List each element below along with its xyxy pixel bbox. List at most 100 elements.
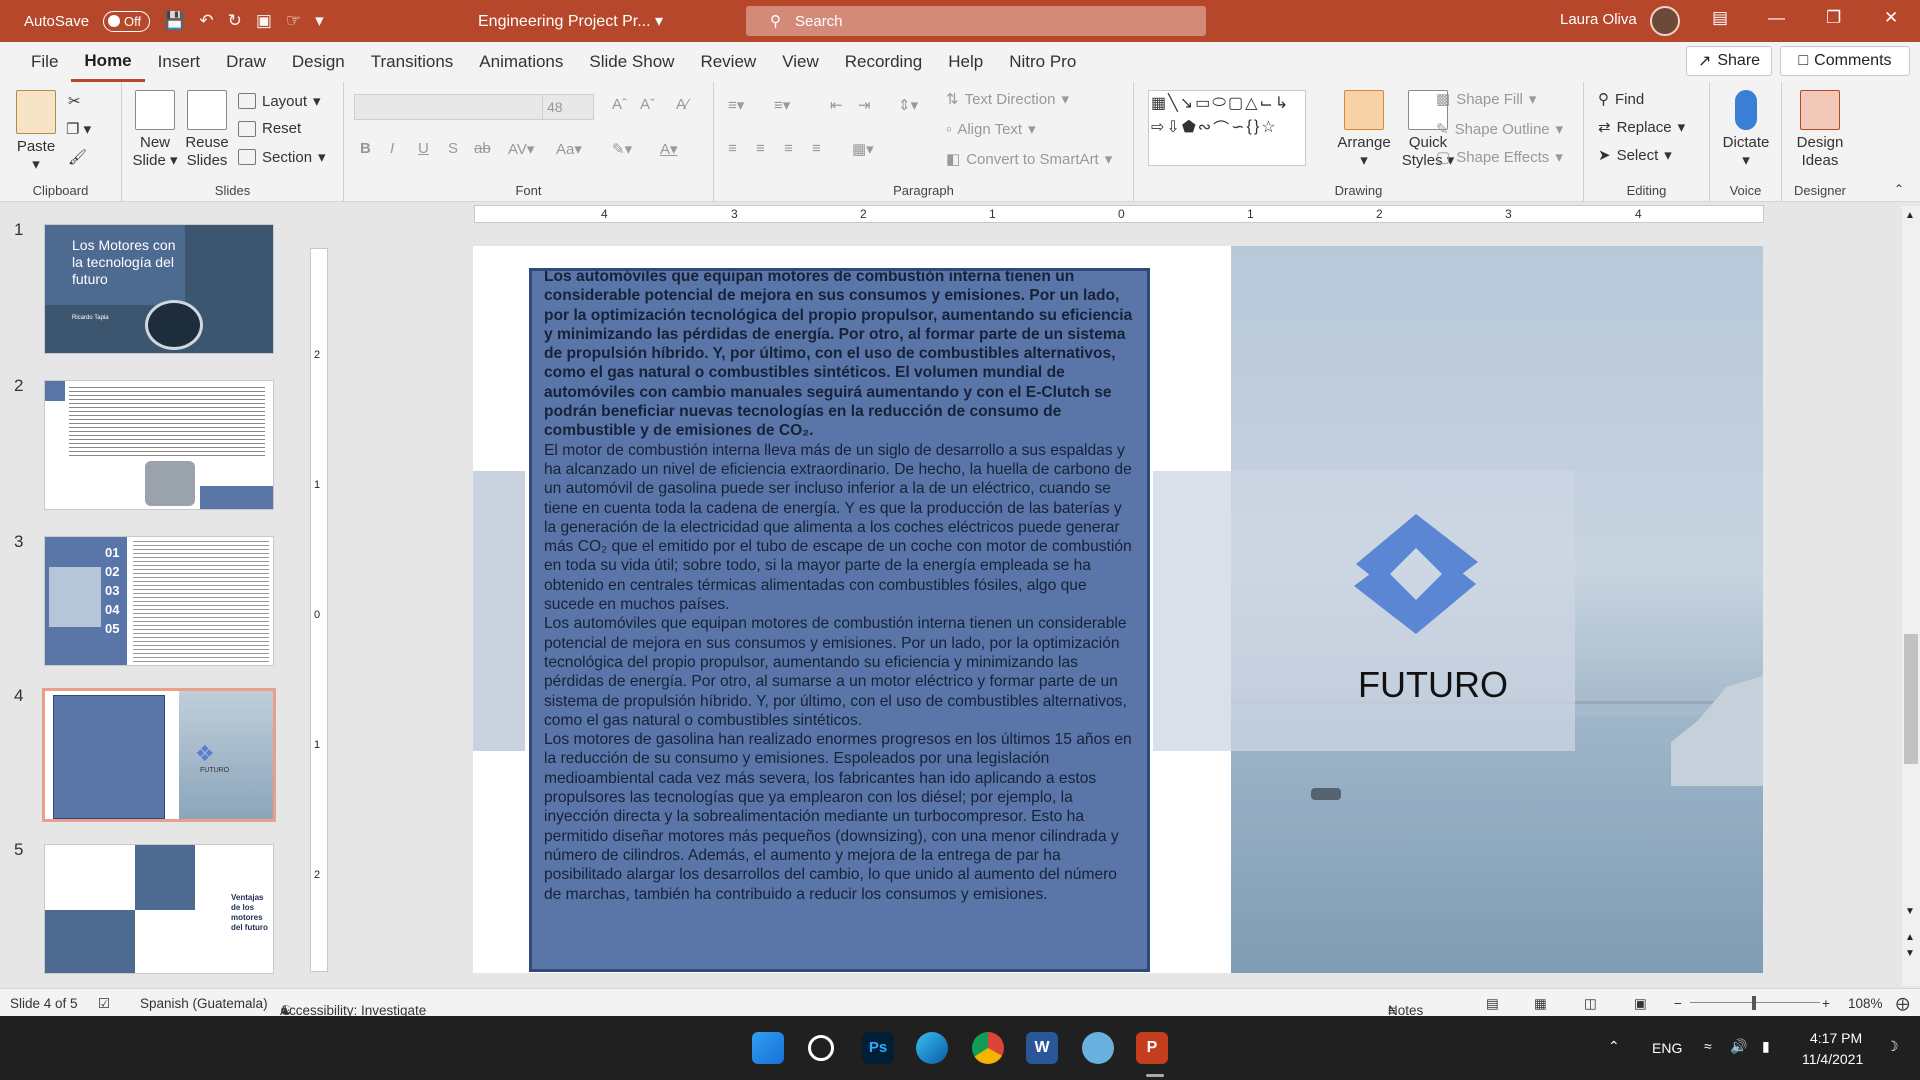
tab-review[interactable]: Review bbox=[687, 42, 769, 82]
main-text-box[interactable]: Los automóviles que equipan motores de c… bbox=[529, 268, 1150, 972]
customize-qat-icon[interactable]: ▾ bbox=[315, 11, 324, 31]
reuse-slides-button[interactable]: Reuse Slides bbox=[182, 90, 232, 170]
numbering-icon[interactable]: ≡▾ bbox=[774, 96, 790, 114]
slide-show-icon[interactable]: ▣ bbox=[1634, 996, 1647, 1012]
rectangle-shape-icon[interactable]: ▭ bbox=[1195, 93, 1210, 113]
undo-icon[interactable]: ↶ bbox=[199, 11, 213, 31]
user-name[interactable]: Laura Oliva bbox=[1560, 11, 1637, 28]
avatar[interactable] bbox=[1650, 6, 1680, 36]
scrollbar-thumb[interactable] bbox=[1904, 634, 1918, 764]
tab-file[interactable]: File bbox=[18, 42, 71, 82]
line-spacing-icon[interactable]: ⇕▾ bbox=[898, 96, 918, 114]
slide-counter[interactable]: Slide 4 of 5 bbox=[10, 996, 78, 1011]
normal-view-icon[interactable]: ▤ bbox=[1486, 996, 1499, 1012]
oval-shape-icon[interactable]: ⬭ bbox=[1212, 94, 1226, 112]
elbow-connector-icon[interactable]: ⌙ bbox=[1259, 93, 1272, 113]
word-icon[interactable]: W bbox=[1026, 1032, 1058, 1064]
cut-icon[interactable]: ✂ bbox=[68, 92, 81, 110]
reset-button[interactable]: Reset bbox=[238, 120, 301, 137]
grow-font-icon[interactable]: Aˆ bbox=[612, 96, 627, 113]
reading-view-icon[interactable]: ◫ bbox=[1584, 996, 1597, 1012]
photoshop-icon[interactable]: Ps bbox=[862, 1032, 894, 1064]
shrink-font-icon[interactable]: Aˇ bbox=[640, 96, 655, 113]
search-icon[interactable] bbox=[808, 1035, 834, 1061]
futuro-logo-icon[interactable] bbox=[1328, 504, 1504, 644]
tab-transitions[interactable]: Transitions bbox=[358, 42, 467, 82]
tab-home[interactable]: Home bbox=[71, 42, 145, 82]
bullets-icon[interactable]: ≡▾ bbox=[728, 96, 744, 114]
triangle-shape-icon[interactable]: △ bbox=[1245, 93, 1257, 113]
slide-sorter-icon[interactable]: ▦ bbox=[1534, 996, 1547, 1012]
save-icon[interactable]: 💾 bbox=[164, 11, 185, 31]
slide-thumbnail-2[interactable] bbox=[44, 380, 274, 510]
tab-nitro-pro[interactable]: Nitro Pro bbox=[996, 42, 1089, 82]
section-button[interactable]: Section ▾ bbox=[238, 148, 326, 166]
star-shape-icon[interactable]: ☆ bbox=[1261, 117, 1275, 137]
right-brace-icon[interactable]: } bbox=[1254, 118, 1259, 136]
font-color-icon[interactable]: A▾ bbox=[660, 140, 678, 158]
futuro-logo-text[interactable]: FUTURO bbox=[1358, 664, 1508, 706]
elbow-arrow-icon[interactable]: ↳ bbox=[1275, 93, 1288, 113]
shape-outline-button[interactable]: ✎ Shape Outline ▾ bbox=[1436, 120, 1563, 139]
right-arrow-shape-icon[interactable]: ⇨ bbox=[1151, 117, 1164, 137]
minimize-icon[interactable]: — bbox=[1768, 8, 1785, 28]
maps-icon[interactable] bbox=[1082, 1032, 1114, 1064]
dictate-button[interactable]: Dictate ▾ bbox=[1716, 90, 1776, 170]
zoom-level[interactable]: 108% bbox=[1848, 996, 1883, 1011]
italic-icon[interactable]: I bbox=[390, 140, 394, 157]
convert-smartart-button[interactable]: ◧ Convert to SmartArt ▾ bbox=[946, 150, 1112, 169]
new-slide-button[interactable]: New Slide ▾ bbox=[130, 90, 180, 170]
slide-thumbnail-4[interactable]: ❖ FUTURO bbox=[42, 688, 276, 822]
char-spacing-icon[interactable]: AV▾ bbox=[508, 140, 534, 158]
decrease-indent-icon[interactable]: ⇤ bbox=[830, 96, 843, 114]
tab-help[interactable]: Help bbox=[935, 42, 996, 82]
present-icon[interactable]: ▣ bbox=[256, 11, 272, 31]
clock-time[interactable]: 4:17 PM bbox=[1810, 1030, 1862, 1046]
align-right-icon[interactable]: ≡ bbox=[784, 140, 793, 157]
edge-icon[interactable] bbox=[916, 1032, 948, 1064]
bold-icon[interactable]: B bbox=[360, 140, 371, 157]
change-case-icon[interactable]: Aa▾ bbox=[556, 140, 582, 158]
touch-mode-icon[interactable]: ☞ bbox=[286, 11, 301, 31]
previous-slide-icon[interactable]: ▲ bbox=[1905, 932, 1915, 943]
spellcheck-icon[interactable]: ☑ bbox=[98, 996, 110, 1012]
input-language[interactable]: ENG bbox=[1652, 1040, 1682, 1056]
curve-shape-icon[interactable]: ∾ bbox=[1198, 117, 1211, 137]
underline-icon[interactable]: U bbox=[418, 140, 429, 157]
copy-icon[interactable]: ❐ ▾ bbox=[66, 120, 91, 138]
find-button[interactable]: ⚲ Find bbox=[1598, 90, 1644, 109]
arc-shape-icon[interactable]: ⌒ bbox=[1213, 115, 1229, 139]
tab-animations[interactable]: Animations bbox=[466, 42, 576, 82]
arrange-button[interactable]: Arrange ▾ bbox=[1334, 90, 1394, 170]
zoom-slider-thumb[interactable] bbox=[1752, 996, 1756, 1010]
comments-button[interactable]: □ Comments bbox=[1780, 46, 1910, 76]
ribbon-display-icon[interactable]: ▤ bbox=[1712, 8, 1728, 28]
share-button[interactable]: ↗ Share bbox=[1686, 46, 1772, 76]
next-slide-icon[interactable]: ▼ bbox=[1905, 948, 1915, 959]
autosave-toggle[interactable]: Off bbox=[103, 10, 151, 32]
battery-icon[interactable]: ▮ bbox=[1762, 1038, 1770, 1055]
slide-thumbnail-1[interactable]: Los Motores con la tecnología del futuro… bbox=[44, 224, 274, 354]
scroll-up-icon[interactable]: ▲ bbox=[1905, 210, 1915, 221]
arrow-line-shape-icon[interactable]: ↘ bbox=[1180, 93, 1193, 113]
strikethrough-icon[interactable]: ab bbox=[474, 140, 491, 157]
zoom-in-icon[interactable]: + bbox=[1822, 996, 1830, 1011]
fit-slide-icon[interactable]: ⨁ bbox=[1896, 996, 1910, 1012]
down-arrow-shape-icon[interactable]: ⇩ bbox=[1166, 117, 1179, 137]
tab-recording[interactable]: Recording bbox=[832, 42, 936, 82]
layout-button[interactable]: Layout ▾ bbox=[238, 92, 321, 110]
justify-icon[interactable]: ≡ bbox=[812, 140, 821, 157]
font-size-box[interactable]: 48 bbox=[542, 94, 594, 120]
shadow-icon[interactable]: S bbox=[448, 140, 458, 157]
tab-view[interactable]: View bbox=[769, 42, 832, 82]
redo-icon[interactable]: ↻ bbox=[228, 11, 242, 31]
powerpoint-icon[interactable]: P bbox=[1136, 1032, 1168, 1064]
tab-insert[interactable]: Insert bbox=[145, 42, 214, 82]
clock-date[interactable]: 11/4/2021 bbox=[1802, 1051, 1863, 1067]
rounded-rect-shape-icon[interactable]: ▢ bbox=[1228, 93, 1243, 113]
notifications-icon[interactable]: ☽ bbox=[1886, 1038, 1899, 1055]
increase-indent-icon[interactable]: ⇥ bbox=[858, 96, 871, 114]
chrome-icon[interactable] bbox=[972, 1032, 1004, 1064]
align-text-button[interactable]: ▫ Align Text ▾ bbox=[946, 120, 1036, 139]
clear-format-icon[interactable]: A∕ bbox=[676, 96, 689, 113]
